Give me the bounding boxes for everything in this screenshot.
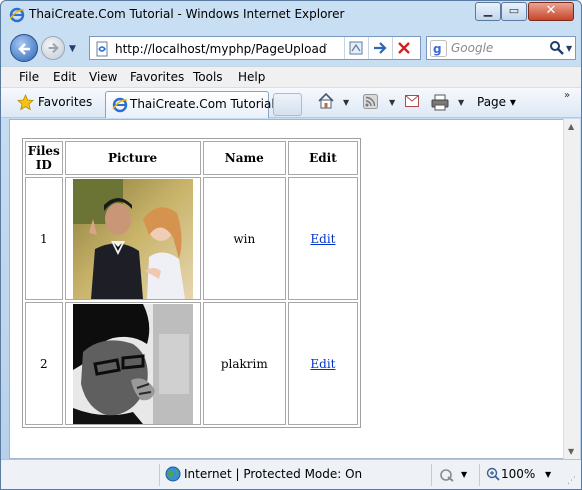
edit-link[interactable]: Edit	[310, 357, 335, 371]
go-arrow-icon	[374, 42, 387, 54]
couple-photo	[72, 178, 193, 299]
search-input[interactable]	[451, 40, 547, 56]
page-viewport: Files ID Picture Name Edit 1 win Edit 2 …	[9, 119, 564, 459]
vertical-scrollbar[interactable]: ▲ ▼	[563, 119, 580, 459]
close-button[interactable]: ✕	[528, 2, 574, 21]
resize-grip-icon[interactable]: ⋰	[567, 476, 576, 486]
print-dropdown-icon[interactable]: ▼	[458, 98, 464, 107]
more-commands-icon[interactable]: »	[564, 90, 570, 101]
search-options-dropdown-icon[interactable]: ▼	[566, 44, 572, 53]
globe-icon	[165, 466, 181, 482]
maximize-icon: ▭	[508, 4, 520, 17]
forward-button[interactable]	[41, 36, 65, 60]
stop-button[interactable]	[392, 37, 414, 59]
close-icon: ✕	[545, 3, 557, 18]
address-input[interactable]: http://localhost/myphp/PageUploadTo	[115, 42, 327, 56]
status-bar: Internet | Protected Mode: On ▼ 100% ▼ ⋰	[1, 459, 581, 489]
menu-file[interactable]: File	[19, 70, 39, 84]
status-divider	[479, 464, 480, 486]
portrait-photo	[72, 303, 193, 424]
compatibility-icon	[349, 41, 363, 55]
security-zone-text[interactable]: Internet | Protected Mode: On	[184, 467, 362, 481]
table-row: 1 win Edit	[25, 177, 358, 300]
browser-window: ThaiCreate.Com Tutorial - Windows Intern…	[0, 0, 582, 490]
zoom-icon[interactable]	[486, 467, 500, 481]
ie-logo-icon	[9, 7, 25, 23]
scroll-up-icon[interactable]: ▲	[568, 122, 574, 131]
recent-pages-dropdown-icon[interactable]: ▼	[69, 44, 76, 54]
menu-view[interactable]: View	[89, 70, 117, 84]
zoom-dropdown-icon[interactable]: ▼	[545, 470, 551, 479]
menu-bar: File Edit View Favorites Tools Help	[1, 66, 581, 88]
feeds-dropdown-icon[interactable]: ▼	[389, 98, 395, 107]
home-dropdown-icon[interactable]: ▼	[343, 98, 349, 107]
google-logo-icon: g	[430, 40, 447, 57]
header-files-id: Files ID	[25, 141, 63, 175]
star-icon[interactable]	[17, 94, 34, 111]
files-table: Files ID Picture Name Edit 1 win Edit 2 …	[22, 138, 361, 428]
rss-icon[interactable]	[363, 94, 378, 109]
window-title: ThaiCreate.Com Tutorial - Windows Intern…	[29, 7, 345, 21]
table-header-row: Files ID Picture Name Edit	[25, 141, 358, 175]
menu-edit[interactable]: Edit	[53, 70, 76, 84]
go-button[interactable]	[368, 37, 390, 59]
page-menu-button[interactable]: Page ▾	[477, 95, 516, 109]
header-picture: Picture	[64, 141, 201, 175]
tab-label: ThaiCreate.Com Tutorial	[130, 97, 275, 111]
status-divider	[159, 464, 160, 486]
protected-mode-dropdown-icon[interactable]: ▼	[461, 470, 467, 479]
maximize-button[interactable]: ▭	[501, 2, 527, 21]
back-button[interactable]	[10, 34, 38, 62]
favorites-button[interactable]: Favorites	[38, 95, 92, 109]
table-row: 2 plakrim Edit	[25, 302, 358, 425]
search-icon[interactable]	[549, 40, 565, 56]
name-cell: plakrim	[202, 302, 286, 425]
favorites-bar: Favorites ThaiCreate.Com Tutorial ▼ ▼ ▼ …	[1, 88, 581, 118]
zoom-level[interactable]: 100%	[501, 467, 535, 481]
file-id-cell: 2	[25, 302, 63, 425]
address-bar[interactable]: http://localhost/myphp/PageUploadTo	[89, 36, 421, 60]
minimize-icon: ▁	[483, 4, 493, 17]
edit-link[interactable]: Edit	[310, 232, 335, 246]
svg-text:g: g	[433, 42, 442, 56]
menu-tools[interactable]: Tools	[193, 70, 223, 84]
header-name: Name	[202, 141, 286, 175]
new-tab-button[interactable]	[273, 93, 302, 116]
arrow-left-icon	[18, 43, 30, 55]
title-bar: ThaiCreate.Com Tutorial - Windows Intern…	[1, 1, 581, 29]
mail-icon[interactable]	[405, 95, 419, 107]
home-icon[interactable]	[317, 92, 335, 110]
minimize-button[interactable]: ▁	[475, 2, 501, 21]
menu-favorites[interactable]: Favorites	[130, 70, 184, 84]
menu-help[interactable]: Help	[238, 70, 265, 84]
name-cell: win	[202, 177, 286, 300]
scroll-down-icon[interactable]: ▼	[568, 447, 574, 456]
arrow-right-icon	[48, 42, 59, 54]
protected-mode-icon[interactable]	[439, 467, 455, 483]
page-menu-label: Page	[477, 95, 507, 109]
ie-logo-icon	[112, 97, 128, 113]
page-icon	[96, 41, 108, 57]
picture-cell	[64, 302, 201, 425]
compatibility-view-button[interactable]	[344, 37, 366, 59]
edit-cell: Edit	[287, 177, 358, 300]
header-edit: Edit	[287, 141, 358, 175]
stop-icon	[398, 42, 410, 54]
edit-cell: Edit	[287, 302, 358, 425]
picture-cell	[64, 177, 201, 300]
search-box[interactable]: g ▼	[426, 36, 576, 60]
status-divider	[431, 464, 432, 486]
printer-icon[interactable]	[431, 93, 449, 111]
tab-thaicreate[interactable]: ThaiCreate.Com Tutorial	[105, 91, 275, 118]
file-id-cell: 1	[25, 177, 63, 300]
